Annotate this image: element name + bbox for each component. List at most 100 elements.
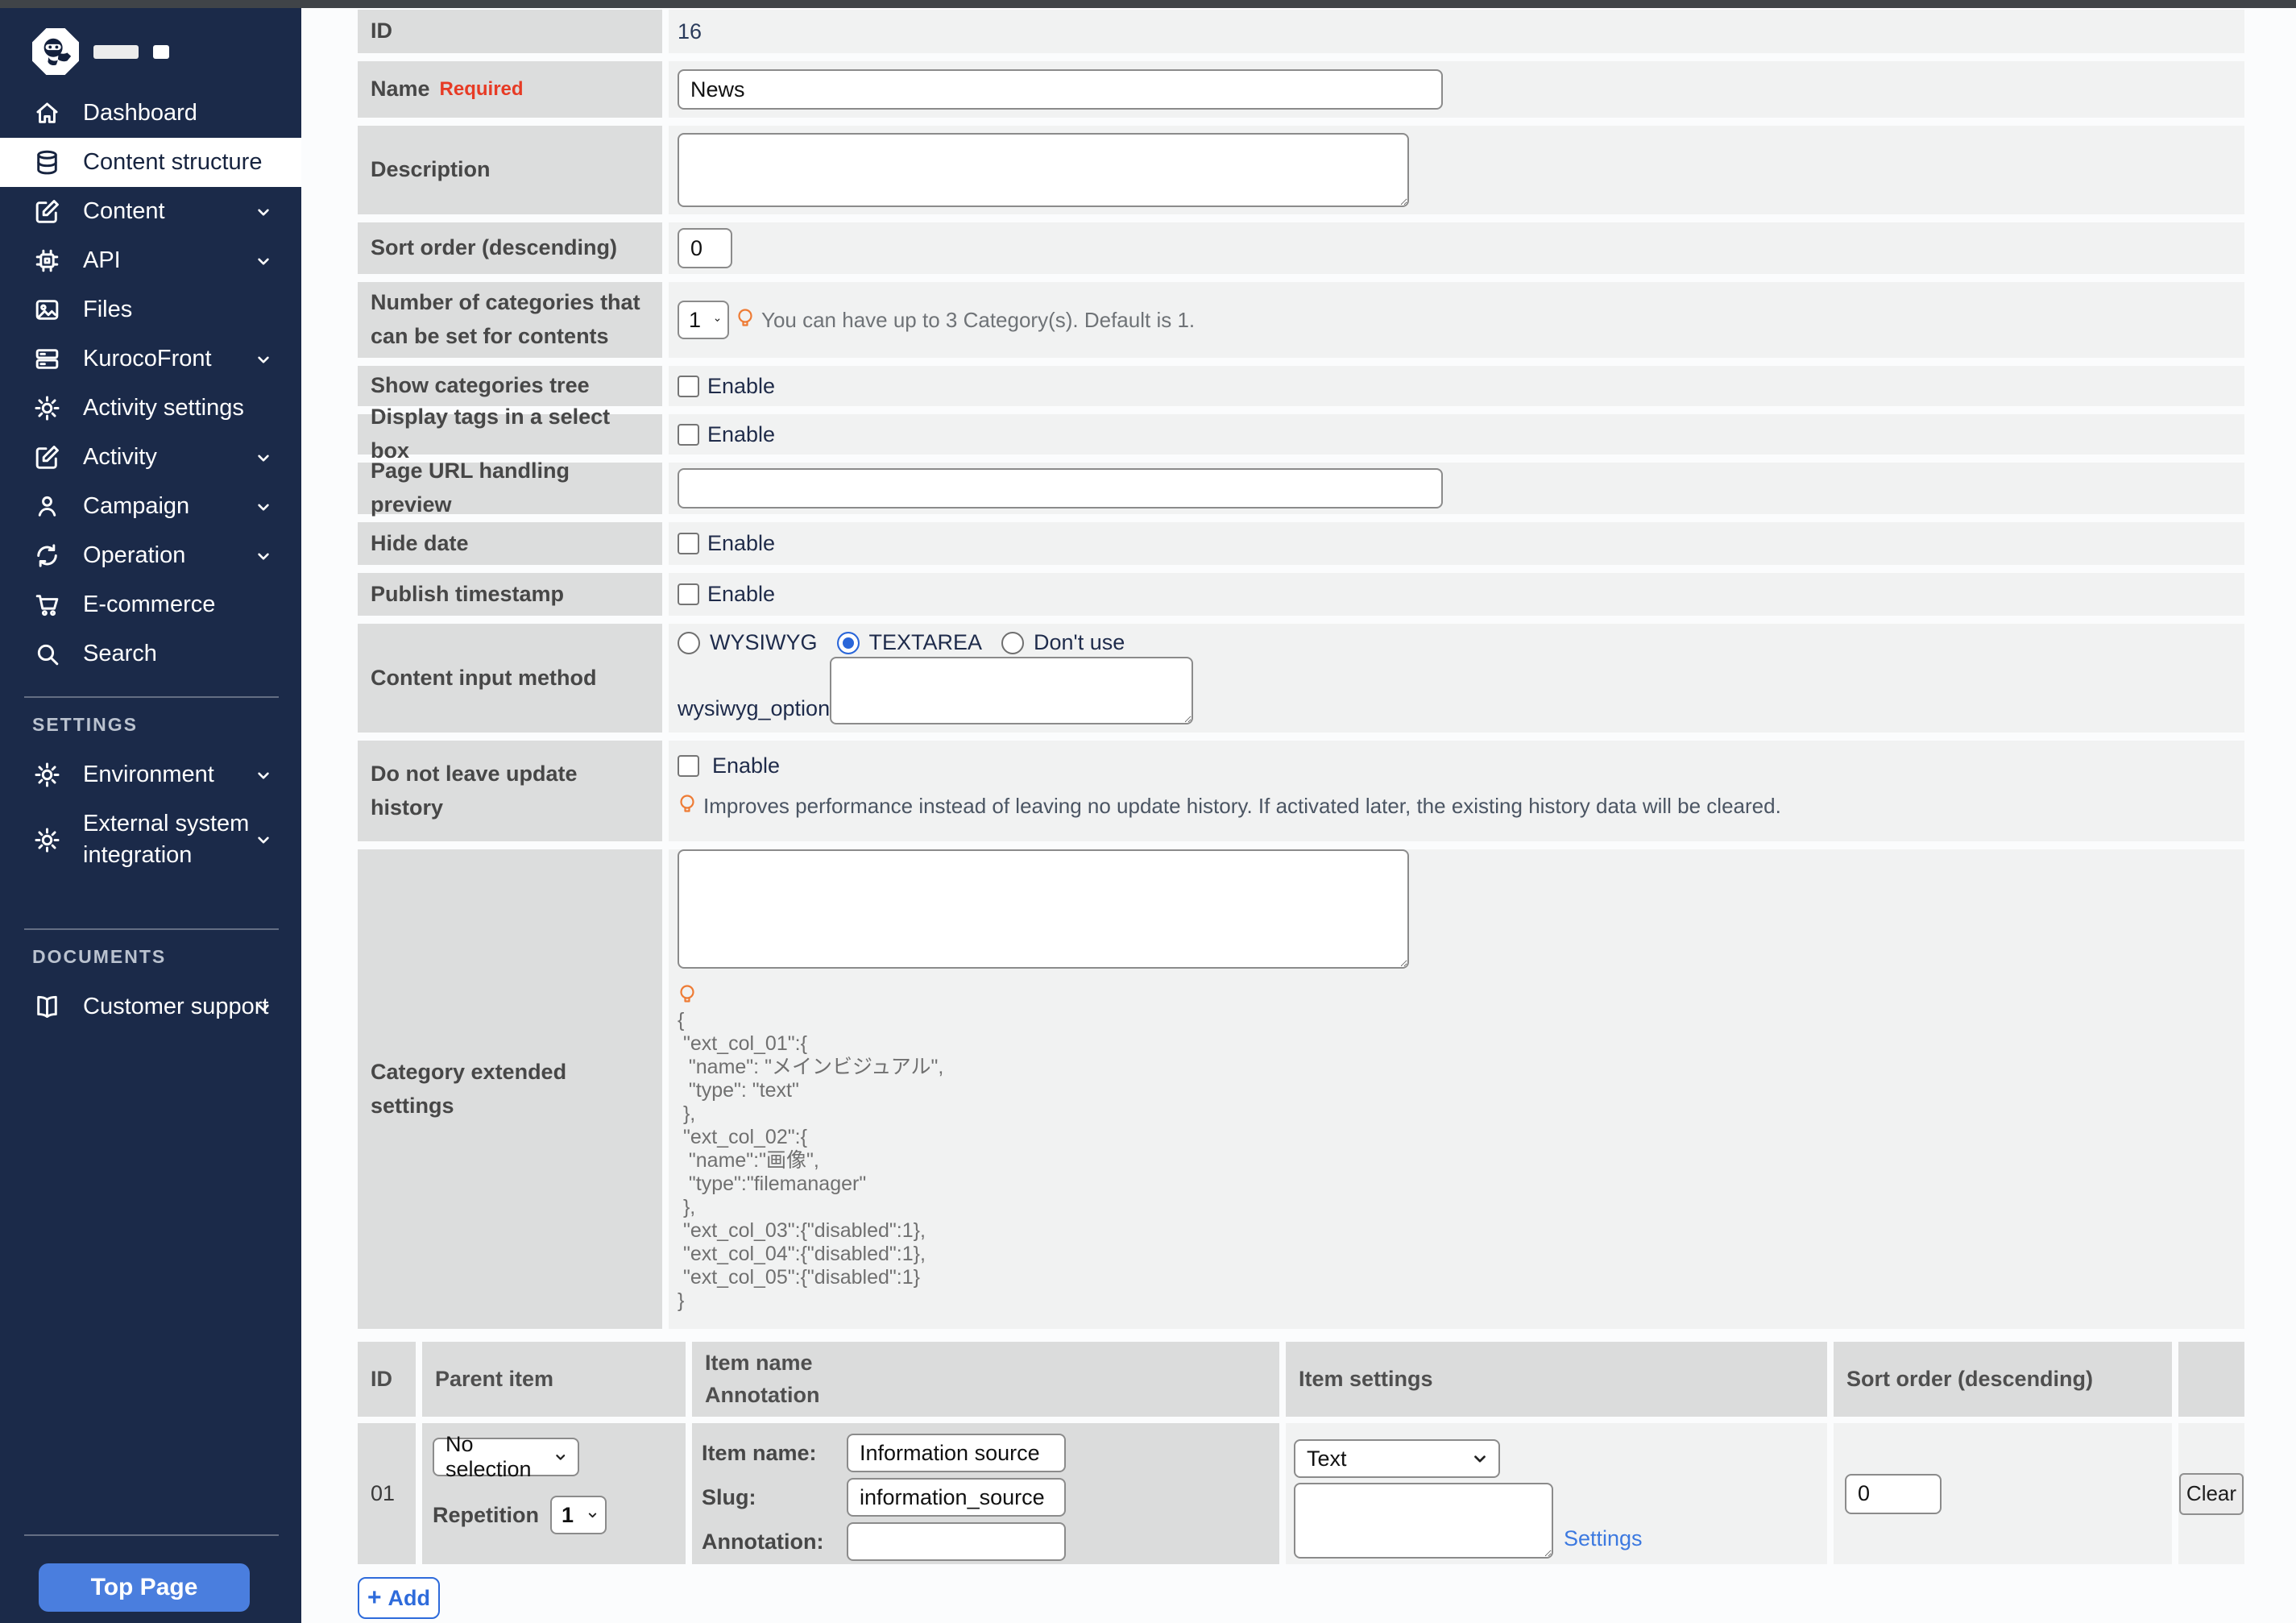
enable-label: Enable <box>707 582 775 607</box>
image-icon <box>32 295 62 325</box>
add-item-button[interactable]: + Add <box>358 1577 440 1619</box>
logo-row[interactable] <box>32 27 301 76</box>
search-icon <box>32 639 62 669</box>
selected-value: Text <box>1307 1447 1347 1471</box>
description-textarea[interactable] <box>678 133 1409 207</box>
items-table: ID Parent item Item name Annotation Item… <box>358 1342 2244 1564</box>
dont-use-radio[interactable] <box>1001 632 1024 654</box>
sidebar-item-external-system-integration[interactable]: External system integration <box>0 799 301 880</box>
wysiwyg-options-textarea[interactable] <box>830 657 1193 724</box>
categories-hint-text: You can have up to 3 Category(s). Defaul… <box>761 308 1195 333</box>
chevron-down-icon <box>1471 1450 1489 1467</box>
form-row-publish-timestamp: Publish timestamp Enable <box>358 573 2244 616</box>
cpu-icon <box>32 246 62 276</box>
publish-timestamp-checkbox[interactable] <box>678 583 699 605</box>
row-clear-cell: Clear <box>2178 1423 2244 1564</box>
radio-option-wysiwyg[interactable]: WYSIWYG <box>678 630 818 655</box>
field-label: Hide date <box>358 522 662 565</box>
category-extended-textarea[interactable] <box>678 849 1409 969</box>
form-row-page-url: Page URL handling preview <box>358 463 2244 514</box>
row-parent-cell: No selection Repetition 1 <box>422 1423 686 1564</box>
display-tags-checkbox[interactable] <box>678 424 699 446</box>
item-settings-textarea[interactable] <box>1294 1483 1553 1559</box>
sidebar: Dashboard Content structure Content API … <box>0 8 301 1623</box>
field-label: Content input method <box>358 624 662 733</box>
annotation-input[interactable] <box>847 1522 1066 1561</box>
form-row-description: Description <box>358 126 2244 214</box>
refresh-icon <box>32 541 62 571</box>
repetition-select[interactable]: 1 <box>550 1496 607 1534</box>
sidebar-item-activity[interactable]: Activity <box>0 433 301 482</box>
top-window-bar <box>0 0 2296 8</box>
name-input[interactable] <box>678 69 1443 110</box>
selected-value: No selection <box>446 1432 541 1482</box>
id-value: 16 <box>678 19 702 44</box>
gear-icon <box>32 393 62 423</box>
field-label: Description <box>358 126 662 214</box>
sidebar-item-api[interactable]: API <box>0 236 301 285</box>
row-sort-order-input[interactable] <box>1845 1474 1942 1514</box>
chevron-down-icon <box>253 447 274 468</box>
update-history-checkbox[interactable] <box>678 755 699 777</box>
sidebar-item-ecommerce[interactable]: E-commerce <box>0 580 301 629</box>
header-actions <box>2178 1342 2244 1417</box>
sidebar-item-files[interactable]: Files <box>0 285 301 334</box>
form-row-hide-date: Hide date Enable <box>358 522 2244 565</box>
sidebar-item-content[interactable]: Content <box>0 187 301 236</box>
sidebar-item-label: Dashboard <box>83 100 197 127</box>
header-item-name-annotation: Item name Annotation <box>692 1342 1279 1417</box>
plus-icon: + <box>367 1586 382 1610</box>
edit-icon <box>32 197 62 226</box>
form-row-content-input-method: Content input method WYSIWYG TEXTAREA Do… <box>358 624 2244 733</box>
row-item-name-cell: Item name: Slug: Annotation: <box>692 1423 1279 1564</box>
sidebar-item-label: External system integration <box>83 808 252 871</box>
wysiwyg-radio[interactable] <box>678 632 700 654</box>
sidebar-item-label: API <box>83 247 121 274</box>
sidebar-item-label: Activity settings <box>83 395 244 421</box>
sidebar-item-customer-support[interactable]: Customer support <box>0 982 301 1031</box>
cart-icon <box>32 590 62 620</box>
radio-label: Don't use <box>1034 630 1125 655</box>
show-categories-tree-checkbox[interactable] <box>678 376 699 397</box>
sidebar-item-campaign[interactable]: Campaign <box>0 482 301 531</box>
sidebar-item-label: KurocoFront <box>83 346 212 372</box>
field-label: Sort order (descending) <box>358 222 662 274</box>
sidebar-item-environment[interactable]: Environment <box>0 750 301 799</box>
sidebar-divider <box>24 696 279 698</box>
chevron-down-icon <box>253 349 274 370</box>
slug-input[interactable] <box>847 1478 1066 1517</box>
sidebar-item-label: Search <box>83 641 157 667</box>
field-label: Category extended settings <box>358 849 662 1329</box>
header-sort-order: Sort order (descending) <box>1834 1342 2172 1417</box>
logo-badge-redacted <box>153 45 169 59</box>
categories-count-select[interactable]: 1 <box>678 301 729 339</box>
kuroco-ninja-logo <box>32 28 79 75</box>
hide-date-checkbox[interactable] <box>678 533 699 554</box>
sidebar-item-search[interactable]: Search <box>0 629 301 679</box>
textarea-radio[interactable] <box>837 632 860 654</box>
settings-link[interactable]: Settings <box>1564 1526 1643 1551</box>
form-row-sort-order: Sort order (descending) <box>358 222 2244 274</box>
radio-option-textarea[interactable]: TEXTAREA <box>837 630 983 655</box>
row-item-settings-cell: Text Settings <box>1286 1423 1827 1564</box>
radio-option-dont-use[interactable]: Don't use <box>1001 630 1125 655</box>
sidebar-item-activity-settings[interactable]: Activity settings <box>0 384 301 433</box>
sidebar-section-documents: DOCUMENTS <box>0 946 301 968</box>
sidebar-item-operation[interactable]: Operation <box>0 531 301 580</box>
page-url-input[interactable] <box>678 468 1443 508</box>
sidebar-item-dashboard[interactable]: Dashboard <box>0 89 301 138</box>
parent-item-select[interactable]: No selection <box>433 1438 579 1476</box>
item-name-input[interactable] <box>847 1434 1066 1472</box>
clear-button[interactable]: Clear <box>2179 1473 2244 1515</box>
category-extended-json-hint: { "ext_col_01":{ "name": "メインビジュアル", "ty… <box>678 1009 943 1313</box>
field-label: Number of categories that can be set for… <box>358 282 662 358</box>
chevron-down-icon <box>253 997 274 1018</box>
sort-order-input[interactable] <box>678 228 732 268</box>
sidebar-item-kurocofront[interactable]: KurocoFront <box>0 334 301 384</box>
form-row-display-tags: Display tags in a select box Enable <box>358 414 2244 455</box>
top-page-button[interactable]: Top Page <box>39 1563 250 1612</box>
item-settings-type-select[interactable]: Text <box>1294 1439 1500 1478</box>
sidebar-item-content-structure[interactable]: Content structure <box>0 138 301 187</box>
lightbulb-icon <box>736 307 755 333</box>
selected-value: 1 <box>562 1503 574 1528</box>
